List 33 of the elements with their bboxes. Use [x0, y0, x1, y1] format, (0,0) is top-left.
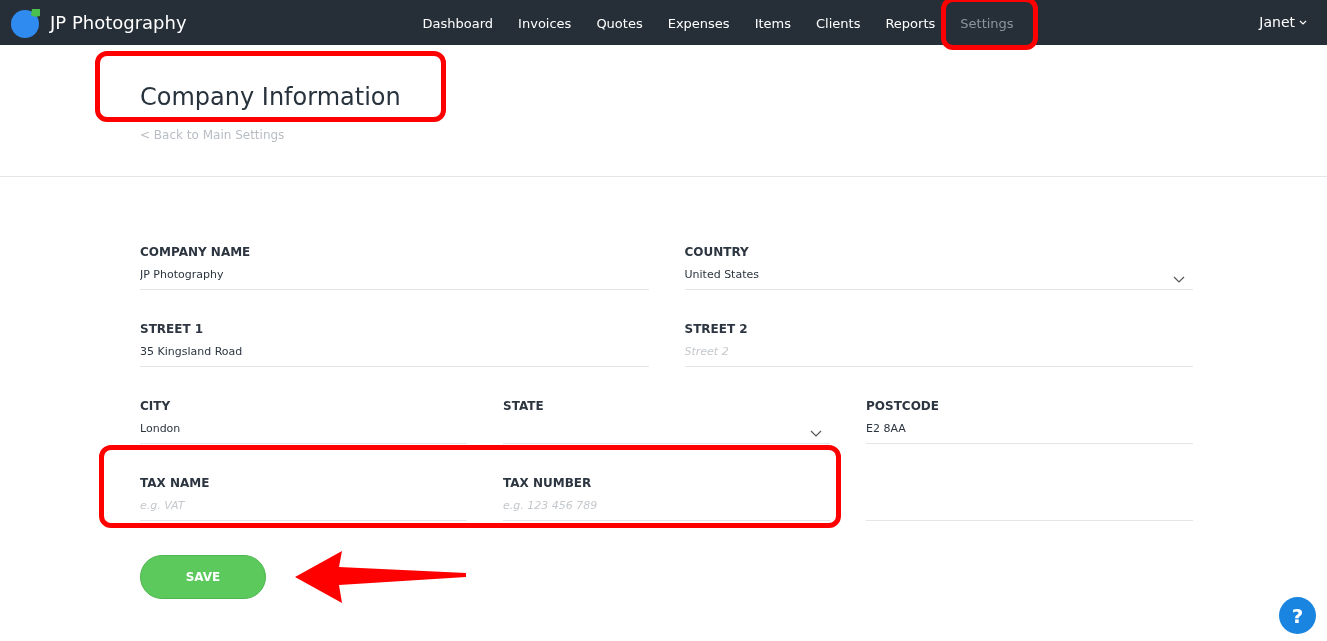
nav-link[interactable]: Items [754, 11, 791, 35]
chevron-down-icon [1299, 20, 1307, 25]
nav-link[interactable]: Clients [816, 11, 861, 35]
field-label: CITY [140, 398, 172, 415]
field-label: TAX NAME [140, 475, 211, 492]
field-label: POSTCODE [866, 398, 940, 415]
nav-link[interactable]: Invoices [518, 11, 572, 35]
nav-link[interactable]: Expenses [667, 11, 730, 35]
field-label: COMPANY NAME [140, 244, 252, 261]
nav-link[interactable]: Reports [885, 11, 936, 35]
logo-icon [10, 6, 42, 39]
field-label: COUNTRY [684, 244, 750, 261]
input-field[interactable]: e.g. 123 456 789 [503, 496, 830, 521]
nav-link[interactable]: Dashboard [422, 11, 494, 35]
input-field[interactable]: e.g. VAT [140, 496, 467, 521]
chevron-down-icon [1173, 276, 1185, 283]
chevron-down-icon [810, 430, 822, 437]
field-label: STATE [503, 398, 545, 415]
select-field[interactable]: United States [684, 265, 1193, 290]
user-menu[interactable]: Janet [1253, 11, 1313, 34]
input-field[interactable]: JP Photography [140, 265, 649, 290]
input-field[interactable]: Street 2 [684, 342, 1193, 367]
input-field[interactable]: E2 8AA [866, 419, 1193, 444]
field-label: STREET 2 [684, 321, 749, 338]
input-field[interactable]: London [140, 419, 467, 444]
field-label: TAX NUMBER [503, 475, 593, 492]
nav-link[interactable]: Settings [960, 11, 1014, 35]
input-field[interactable]: 35 Kingsland Road [140, 342, 649, 367]
help-button[interactable]: ? [1279, 597, 1316, 634]
brand-name[interactable]: JP Photography [50, 9, 187, 36]
nav-link[interactable]: Quotes [596, 11, 643, 35]
field-label: STREET 1 [140, 321, 205, 338]
page-title: Company Information [140, 83, 401, 112]
